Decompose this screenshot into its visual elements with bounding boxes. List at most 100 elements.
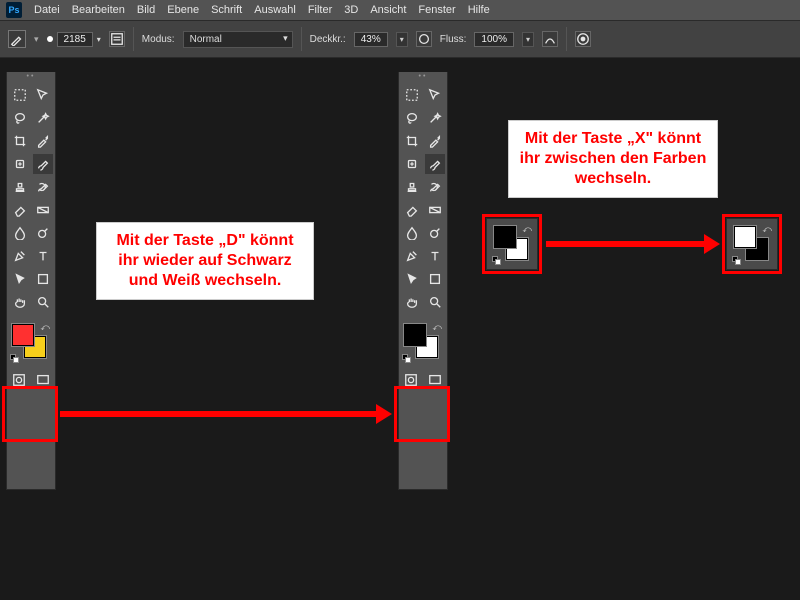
eyedropper-tool-icon[interactable] <box>33 131 53 151</box>
menu-item[interactable]: Auswahl <box>254 4 296 16</box>
zoom-tool-icon[interactable] <box>33 292 53 312</box>
gradient-tool-icon[interactable] <box>425 200 445 220</box>
menu-item[interactable]: Bearbeiten <box>72 4 125 16</box>
crop-tool-icon[interactable] <box>10 131 30 151</box>
chevron-down-icon[interactable]: ▾ <box>522 32 534 47</box>
blend-mode-select[interactable]: Normal <box>183 31 293 48</box>
marquee-tool-icon[interactable] <box>402 85 422 105</box>
marquee-tool-icon[interactable] <box>10 85 30 105</box>
toolbox-2: •• ⤺ <box>398 72 448 490</box>
separator <box>566 27 567 51</box>
default-colors-icon <box>492 256 502 266</box>
foreground-color-swatch[interactable] <box>404 324 426 346</box>
color-swatch-panel: ⤺ <box>10 322 52 364</box>
menu-item[interactable]: Schrift <box>211 4 242 16</box>
shape-tool-icon[interactable] <box>33 269 53 289</box>
eraser-tool-icon[interactable] <box>402 200 422 220</box>
foreground-color-swatch[interactable] <box>12 324 34 346</box>
swap-colors-icon[interactable]: ⤺ <box>40 322 50 333</box>
mode-label: Modus: <box>142 34 175 45</box>
brush-preset[interactable]: 2185 ▾ <box>47 32 101 47</box>
default-colors-icon[interactable] <box>402 354 412 364</box>
pen-tool-icon[interactable] <box>10 246 30 266</box>
swap-colors-icon: ⤺ <box>762 224 772 235</box>
crop-tool-icon[interactable] <box>402 131 422 151</box>
dodge-tool-icon[interactable] <box>33 223 53 243</box>
chevron-down-icon[interactable]: ▾ <box>396 32 408 47</box>
magic-wand-tool-icon[interactable] <box>33 108 53 128</box>
opacity-value[interactable]: 43% <box>354 32 388 47</box>
pressure-opacity-icon[interactable] <box>416 31 432 47</box>
airbrush-icon[interactable] <box>542 31 558 47</box>
annotation-arrow <box>60 411 378 417</box>
eraser-tool-icon[interactable] <box>10 200 30 220</box>
quickmask-icon[interactable] <box>401 370 421 390</box>
swap-colors-icon[interactable]: ⤺ <box>432 322 442 333</box>
hand-tool-icon[interactable] <box>10 292 30 312</box>
quickmask-icon[interactable] <box>9 370 29 390</box>
flow-label: Fluss: <box>440 34 467 45</box>
menu-item[interactable]: Ebene <box>167 4 199 16</box>
magic-wand-tool-icon[interactable] <box>425 108 445 128</box>
swap-colors-icon: ⤺ <box>522 224 532 235</box>
eyedropper-tool-icon[interactable] <box>425 131 445 151</box>
color-swatch-panel: ⤺ <box>402 322 444 364</box>
healing-brush-tool-icon[interactable] <box>402 154 422 174</box>
dodge-tool-icon[interactable] <box>425 223 445 243</box>
menu-item[interactable]: Filter <box>308 4 332 16</box>
shape-tool-icon[interactable] <box>425 269 445 289</box>
brush-dot-icon <box>47 36 53 42</box>
menu-bar: Ps Datei Bearbeiten Bild Ebene Schrift A… <box>0 0 800 20</box>
menu-item[interactable]: Hilfe <box>468 4 490 16</box>
screenmode-icon[interactable] <box>33 370 53 390</box>
stamp-tool-icon[interactable] <box>10 177 30 197</box>
flow-value[interactable]: 100% <box>474 32 514 47</box>
lasso-tool-icon[interactable] <box>402 108 422 128</box>
pen-tool-icon[interactable] <box>402 246 422 266</box>
options-bar: ▾ 2185 ▾ Modus: Normal Deckkr.: 43% ▾ Fl… <box>0 20 800 58</box>
stamp-tool-icon[interactable] <box>402 177 422 197</box>
pressure-size-icon[interactable] <box>575 31 591 47</box>
panel-drag-handle[interactable]: •• <box>7 72 55 80</box>
foreground-color-swatch <box>734 226 756 248</box>
path-select-tool-icon[interactable] <box>10 269 30 289</box>
brush-panel-toggle-icon[interactable] <box>109 31 125 47</box>
menu-item[interactable]: Datei <box>34 4 60 16</box>
brush-tool-icon[interactable] <box>33 154 53 174</box>
default-colors-icon[interactable] <box>10 354 20 364</box>
menu-item[interactable]: 3D <box>344 4 358 16</box>
healing-brush-tool-icon[interactable] <box>10 154 30 174</box>
annotation-callout-x: Mit der Taste „X" könnt ihr zwischen den… <box>508 120 718 198</box>
toolbox-1: •• ⤺ <box>6 72 56 490</box>
app-ps-icon: Ps <box>6 2 22 18</box>
menu-item[interactable]: Bild <box>137 4 155 16</box>
history-brush-tool-icon[interactable] <box>33 177 53 197</box>
path-select-tool-icon[interactable] <box>402 269 422 289</box>
move-tool-icon[interactable] <box>425 85 445 105</box>
blur-tool-icon[interactable] <box>402 223 422 243</box>
history-brush-tool-icon[interactable] <box>425 177 445 197</box>
blur-tool-icon[interactable] <box>10 223 30 243</box>
chevron-down-icon[interactable]: ▾ <box>34 34 39 45</box>
type-tool-icon[interactable] <box>33 246 53 266</box>
menu-item[interactable]: Fenster <box>418 4 455 16</box>
panel-drag-handle[interactable]: •• <box>399 72 447 80</box>
chevron-down-icon[interactable]: ▾ <box>97 35 101 44</box>
screenmode-icon[interactable] <box>425 370 445 390</box>
swatch-demo-before: ⤺ <box>486 218 538 270</box>
menu-item[interactable]: Ansicht <box>370 4 406 16</box>
brush-tool-icon[interactable] <box>425 154 445 174</box>
gradient-tool-icon[interactable] <box>33 200 53 220</box>
foreground-color-swatch <box>494 226 516 248</box>
hand-tool-icon[interactable] <box>402 292 422 312</box>
separator <box>133 27 134 51</box>
brush-size-value[interactable]: 2185 <box>57 32 93 47</box>
swatch-demo-after: ⤺ <box>726 218 778 270</box>
annotation-callout-d: Mit der Taste „D" könnt ihr wieder auf S… <box>96 222 314 300</box>
tool-preset-icon[interactable] <box>8 30 26 48</box>
move-tool-icon[interactable] <box>33 85 53 105</box>
type-tool-icon[interactable] <box>425 246 445 266</box>
opacity-label: Deckkr.: <box>310 34 346 45</box>
zoom-tool-icon[interactable] <box>425 292 445 312</box>
lasso-tool-icon[interactable] <box>10 108 30 128</box>
